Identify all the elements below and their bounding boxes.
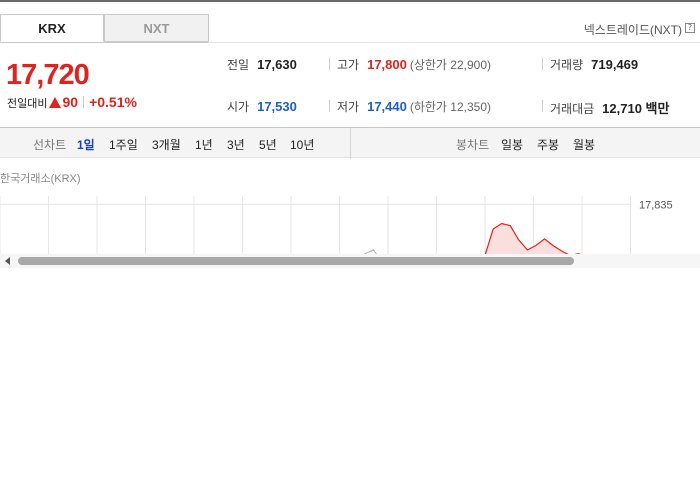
candle-chart-caption: 봉차트 [456,138,490,152]
upper-limit: (상한가 22,900) [409,58,492,72]
chart-scrollbar[interactable] [0,254,700,268]
tab-krx[interactable]: KRX [0,14,104,42]
low-price: 저가 17,440 (하한가 12,350) [337,98,491,115]
price-chart-svg: 17,83517,729 [0,196,673,256]
period-1week[interactable]: 1주일 [109,136,138,153]
open-label: 시가 [227,100,250,114]
top-border [0,0,700,2]
price-info-grid: 전일 17,630 고가 17,800 (상한가 22,900) 거래량 719,469… [208,42,700,127]
prev-close: 전일 17,630 [227,56,297,73]
divider [350,128,351,159]
tab-nxt[interactable]: NXT [104,14,209,42]
chart-source: 한국거래소(KRX) [0,173,81,185]
price-chart: 17,83517,729 [0,188,700,256]
candle-daily[interactable]: 일봉 [501,136,523,153]
amount-value: 12,710 백만 [602,101,670,116]
period-3year[interactable]: 3년 [227,136,245,153]
period-10year[interactable]: 10년 [290,136,314,153]
nxt-link[interactable]: 넥스트레이드(NXT) [584,21,682,38]
high-label: 고가 [337,58,360,72]
volume-value: 719,469 [591,57,639,72]
divider [83,96,85,108]
scroll-thumb[interactable] [18,257,574,265]
divider [542,100,543,112]
period-1year[interactable]: 1년 [195,136,213,153]
price-change-row: 전일대비 90 +0.51% [7,94,137,111]
current-price: 17,720 [6,59,90,91]
high-value: 17,800 [367,57,407,72]
open-value: 17,530 [257,99,297,114]
volume: 거래량 719,469 [550,56,638,73]
price-summary: 17,720 전일대비 90 +0.51% [0,42,208,127]
candle-monthly[interactable]: 월봉 [573,136,595,153]
period-3month[interactable]: 3개월 [152,136,181,153]
line-chart-caption: 선차트 [33,138,67,152]
change-label: 전일대비 [7,98,48,110]
change-percent: +0.51% [89,94,137,110]
amount-label: 거래대금 [550,102,595,116]
candle-weekly[interactable]: 주봉 [537,136,559,153]
divider [329,58,330,70]
divider [542,58,543,70]
up-triangle-icon [49,97,62,108]
y-tick-label: 17,835 [639,199,673,211]
change-value: 90 [62,94,79,110]
divider [329,100,330,112]
chart-period-bar: 선차트 1일 1주일 3개월 1년 3년 5년 10년 봉차트 일봉 주봉 월봉 [0,127,700,159]
prev-close-value: 17,630 [257,57,297,72]
low-value: 17,440 [367,99,407,114]
period-5year[interactable]: 5년 [259,136,277,153]
high-price: 고가 17,800 (상한가 22,900) [337,56,491,73]
question-icon[interactable]: ? [685,23,695,33]
open-price: 시가 17,530 [227,98,297,115]
low-label: 저가 [337,100,360,114]
trade-amount: 거래대금 12,710 백만 [550,98,669,117]
lower-limit: (하한가 12,350) [409,100,492,114]
scroll-left-arrow-icon[interactable] [5,257,10,265]
period-1day[interactable]: 1일 [77,136,95,153]
market-tabs: KRX NXT 넥스트레이드(NXT) ? [0,14,700,42]
volume-label: 거래량 [550,58,584,72]
prev-close-label: 전일 [227,58,250,72]
series-area [467,223,630,256]
